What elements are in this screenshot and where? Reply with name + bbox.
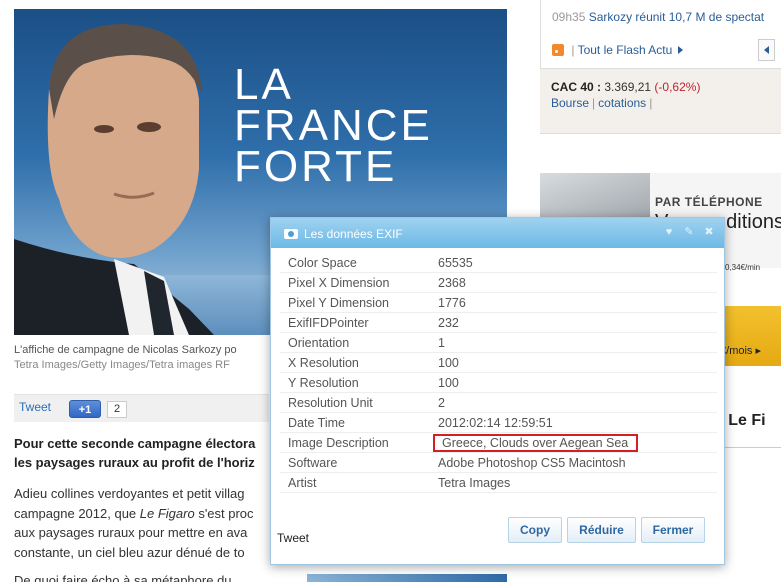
tweet-button[interactable]: Tweet: [19, 400, 51, 414]
cac40-change: (-0,62%): [654, 80, 701, 94]
heart-icon[interactable]: ♥: [663, 226, 675, 238]
camera-icon: [284, 229, 298, 239]
exif-value-highlighted: Greece, Clouds over Aegean Sea: [433, 434, 639, 452]
exif-value: 100: [438, 376, 459, 390]
lead-line: Pour cette seconde campagne électora: [14, 436, 256, 451]
exif-value: 65535: [438, 256, 473, 270]
reduce-button[interactable]: Réduire: [567, 517, 636, 543]
flash-item[interactable]: 09h35 Sarkozy réunit 10,7 M de spectat: [552, 10, 764, 24]
exif-row: Software Adobe Photoshop CS5 Macintosh: [280, 453, 717, 473]
ad-price: 0,34€/min: [725, 263, 761, 272]
exif-row: Resolution Unit 2: [280, 393, 717, 413]
flash-actu-box: 09h35 Sarkozy réunit 10,7 M de spectat |…: [540, 0, 781, 68]
share-bar: Tweet +1 2: [14, 394, 269, 422]
cac40-value: 3.369,21: [604, 80, 652, 94]
exif-key: X Resolution: [288, 356, 359, 370]
exif-row: Date Time 2012:02:14 12:59:51: [280, 413, 717, 433]
exif-value: 1: [438, 336, 445, 350]
exif-row: Artist Tetra Images: [280, 473, 717, 493]
exif-key: Software: [288, 456, 338, 470]
exif-row: Image Description Greece, Clouds over Aeg…: [280, 433, 717, 453]
paragraph-line: constante, un ciel bleu azur dénué de to: [14, 544, 245, 560]
paragraph-line: campagne 2012, que Le Figaro s'est proc: [14, 505, 254, 521]
cac40-quote: CAC 40 : 3.369,21 (-0,62%): [551, 80, 700, 94]
photo-caption: L'affiche de campagne de Nicolas Sarkozy…: [14, 343, 269, 373]
wrench-icon[interactable]: ✎: [683, 226, 695, 238]
close-icon[interactable]: ✖: [703, 226, 715, 238]
exif-value: 232: [438, 316, 459, 330]
exif-dialog: Les données EXIF ♥ ✎ ✖ Color Space 65535 P…: [270, 217, 725, 565]
google-plus-button[interactable]: +1: [69, 400, 101, 418]
bourse-link[interactable]: Bourse: [551, 96, 589, 110]
cac40-label: CAC 40 :: [551, 80, 602, 94]
exif-key: Date Time: [288, 416, 345, 430]
bourse-links: Bourse | cotations |: [551, 96, 653, 110]
rss-icon[interactable]: [552, 44, 564, 56]
copy-button[interactable]: Copy: [508, 517, 562, 543]
exif-row: Pixel Y Dimension 1776: [280, 293, 717, 313]
ad-phone-label: PAR TÉLÉPHONE: [655, 195, 763, 209]
caption-credit: Tetra Images/Getty Images/Tetra images R…: [14, 359, 230, 371]
exif-value: 100: [438, 356, 459, 370]
exif-key: Orientation: [288, 336, 350, 350]
flash-headline[interactable]: Sarkozy réunit 10,7 M de spectat: [589, 10, 764, 24]
ad2-text: €/mois ▸: [720, 345, 761, 357]
exif-key: Resolution Unit: [288, 396, 373, 410]
close-button[interactable]: Fermer: [641, 517, 705, 543]
exif-row: X Resolution 100: [280, 353, 717, 373]
paragraph-line: Adieu collines verdoyantes et petit vill…: [14, 486, 245, 501]
caption-text: L'affiche de campagne de Nicolas Sarkozy…: [14, 344, 237, 356]
arrow-right-icon: [678, 46, 684, 54]
exif-key: ExifIFDPointer: [288, 316, 369, 330]
exif-table: Color Space 65535 Pixel X Dimension 2368 Pix…: [280, 253, 717, 493]
exif-value: 2368: [438, 276, 466, 290]
exif-value: 2012:02:14 12:59:51: [438, 416, 553, 430]
exif-key: Pixel Y Dimension: [288, 296, 389, 310]
article-paragraph: De quoi faire écho à sa métaphore du: [14, 573, 232, 582]
article-paragraph: Adieu collines verdoyantes et petit vill…: [14, 484, 270, 562]
dialog-header[interactable]: Les données EXIF ♥ ✎ ✖: [271, 218, 724, 248]
exif-row: Color Space 65535: [280, 253, 717, 273]
exif-key: Color Space: [288, 256, 357, 270]
exif-key: Pixel X Dimension: [288, 276, 390, 290]
previous-flash-button[interactable]: [758, 39, 775, 61]
campaign-slogan: LA FRANCE FORTE: [234, 60, 433, 191]
dialog-title: Les données EXIF: [304, 227, 403, 241]
lead-line: les paysages ruraux au profit de l'horiz: [14, 455, 255, 470]
exif-row: Y Resolution 100: [280, 373, 717, 393]
exif-row: Pixel X Dimension 2368: [280, 273, 717, 293]
bourse-box: CAC 40 : 3.369,21 (-0,62%) Bourse | cotati…: [540, 68, 781, 134]
flash-time: 09h35: [552, 10, 586, 24]
exif-row: ExifIFDPointer 232: [280, 313, 717, 333]
google-plus-count: 2: [107, 401, 127, 418]
article-lead: Pour cette seconde campagne électora les…: [14, 434, 270, 472]
exif-key: Y Resolution: [288, 376, 359, 390]
exif-row: Orientation 1: [280, 333, 717, 353]
paragraph-line: aux paysages ruraux pour mettre en ava: [14, 525, 248, 540]
exif-value: 1776: [438, 296, 466, 310]
dialog-tweet-button[interactable]: Tweet: [277, 531, 309, 545]
exif-value: Adobe Photoshop CS5 Macintosh: [438, 456, 626, 470]
exif-key: Image Description: [288, 436, 389, 450]
newspaper-name: Le Figaro: [139, 505, 195, 521]
secondary-image: [307, 574, 507, 582]
flash-all-label[interactable]: Tout le Flash Actu: [578, 43, 673, 57]
exif-value: 2: [438, 396, 445, 410]
exif-key: Artist: [288, 476, 317, 490]
flash-all-link[interactable]: | Tout le Flash Actu: [552, 43, 684, 57]
cotations-link[interactable]: cotations: [598, 96, 646, 110]
exif-value: Tetra Images: [438, 476, 511, 490]
